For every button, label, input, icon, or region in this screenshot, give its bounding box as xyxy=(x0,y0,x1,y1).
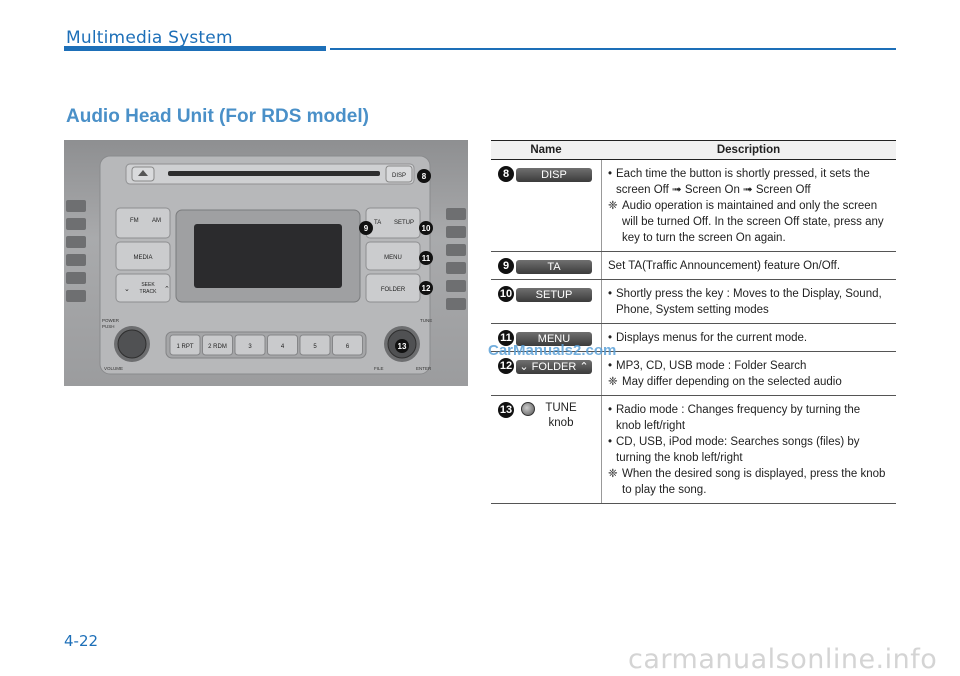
note-mark: ❈ xyxy=(608,200,618,212)
button-name: DISP xyxy=(516,168,592,182)
callout-number: 9 xyxy=(498,258,514,274)
tune-label: TUNE xyxy=(420,318,432,323)
callout-number: 8 xyxy=(498,166,514,182)
svg-text:⌄: ⌄ xyxy=(124,286,130,293)
push-label: PUSH xyxy=(102,324,115,329)
folder-button-label: FOLDER xyxy=(381,287,406,293)
callout-10: 10 xyxy=(422,224,431,233)
setup-button-label: SETUP xyxy=(394,220,414,226)
description-cell: MP3, CD, USB mode : Folder Search ❈May di… xyxy=(601,352,896,395)
description-column-header: Description xyxy=(716,144,781,156)
callout-9: 9 xyxy=(364,224,369,233)
description-bullet: Displays menus for the current mode. xyxy=(608,330,888,346)
knob-icon xyxy=(521,402,535,416)
button-name: TA xyxy=(516,260,592,274)
note-mark: ❈ xyxy=(608,468,618,480)
button-name: TUNE knob xyxy=(545,402,577,429)
description-cell: Shortly press the key : Moves to the Dis… xyxy=(601,280,896,323)
table-row: 8DISPEach time the button is shortly pre… xyxy=(491,160,896,252)
description-cell: Radio mode : Changes frequency by turnin… xyxy=(601,396,896,503)
seek-button-label: SEEK xyxy=(141,282,155,288)
table-row: 9 TA Set TA(Traffic Announcement) feature … xyxy=(491,252,896,280)
callout-number: 12 xyxy=(498,358,514,374)
am-button-label: AM xyxy=(152,218,161,224)
header-rule-thin xyxy=(330,48,896,50)
preset-button-label: 1 RPT xyxy=(176,344,193,350)
head-unit-illustration: DISP FM AM MEDIA SEEK TRACK ⌄ ⌃ TA SETUP… xyxy=(66,155,466,375)
table-row: 10SETUPShortly press the key : Moves to … xyxy=(491,280,896,324)
name-cell: 13 TUNE knob xyxy=(491,396,601,503)
description-bullet: Radio mode : Changes frequency by turnin… xyxy=(608,402,888,434)
file-label: FILE xyxy=(374,366,384,371)
description-bullet: CD, USB, iPod mode: Searches songs (file… xyxy=(608,434,888,466)
head-unit-photo: DISP FM AM MEDIA SEEK TRACK ⌄ ⌃ TA SETUP… xyxy=(64,140,468,386)
name-cell: 9 TA xyxy=(491,252,601,279)
table-row: 13 TUNE knob Radio mode : Changes frequenc… xyxy=(491,396,896,504)
section-title: Audio Head Unit (For RDS model) xyxy=(66,106,369,127)
volume-label: VOLUME xyxy=(104,366,123,371)
description-note: ❈ Audio operation is maintained and only … xyxy=(608,200,884,244)
ta-button-label: TA xyxy=(374,220,381,226)
callout-number: 10 xyxy=(498,286,514,302)
description-note: ❈ When the desired song is displayed, pre… xyxy=(608,468,886,496)
button-name: ⌄ FOLDER ⌃ xyxy=(516,360,592,374)
enter-label: ENTER xyxy=(416,366,432,371)
callout-number: 13 xyxy=(498,402,514,418)
track-button-label: TRACK xyxy=(140,289,158,295)
preset-button-label: 2 RDM xyxy=(208,344,227,350)
description-bullet: Shortly press the key : Moves to the Dis… xyxy=(608,286,888,318)
header-rule-thick xyxy=(64,46,326,51)
description-text: Set TA(Traffic Announcement) feature On/… xyxy=(608,260,841,272)
disp-button-label: DISP xyxy=(392,173,406,179)
callout-12: 12 xyxy=(422,284,431,293)
power-label: POWER xyxy=(102,318,120,323)
fm-button-label: FM xyxy=(130,218,139,224)
note-mark: ❈ xyxy=(608,376,618,388)
watermark: CarManuals2.com xyxy=(488,342,617,359)
description-bullet: Each time the button is shortly pressed,… xyxy=(608,166,888,198)
callout-13: 13 xyxy=(398,342,407,351)
description-cell: Displays menus for the current mode. xyxy=(601,324,896,351)
page-number: 4-22 xyxy=(64,632,99,650)
button-description-table: Name Description 8DISPEach time the butt… xyxy=(491,140,896,504)
description-bullet: MP3, CD, USB mode : Folder Search xyxy=(608,358,888,374)
description-cell: Set TA(Traffic Announcement) feature On/… xyxy=(601,252,896,279)
callout-8: 8 xyxy=(422,172,427,181)
button-name: SETUP xyxy=(516,288,592,302)
name-cell: 10 SETUP xyxy=(491,280,601,323)
description-cell: Each time the button is shortly pressed,… xyxy=(601,160,896,251)
description-note: ❈ May differ depending on the selected au… xyxy=(608,376,842,388)
menu-button-label: MENU xyxy=(384,255,402,261)
media-button-label: MEDIA xyxy=(133,255,152,261)
footer-watermark: carmanualsonline.info xyxy=(628,644,938,675)
chapter-title: Multimedia System xyxy=(66,28,233,48)
name-cell: 8 DISP xyxy=(491,160,601,251)
callout-11: 11 xyxy=(422,254,431,263)
table-body: 8DISPEach time the button is shortly pre… xyxy=(491,160,896,504)
table-header: Name Description xyxy=(491,140,896,160)
name-column-header: Name xyxy=(530,144,562,156)
svg-text:⌃: ⌃ xyxy=(164,286,170,293)
